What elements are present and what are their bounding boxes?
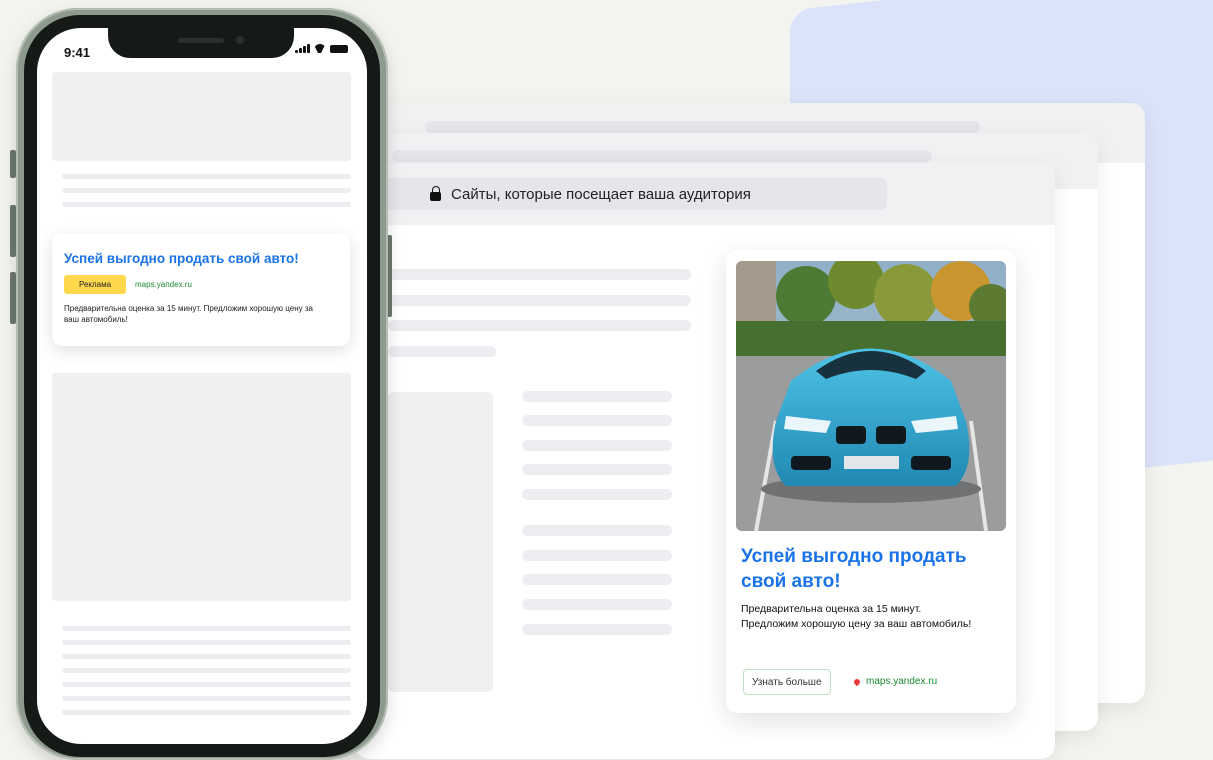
desktop-ad-description: Предварительна оценка за 15 минут. Предл… bbox=[741, 603, 972, 630]
desktop-ad-domain-link[interactable]: maps.yandex.ru bbox=[852, 676, 938, 687]
address-bar[interactable]: Сайты, которые посещает ваша аудитория bbox=[375, 178, 887, 210]
status-time: 9:41 bbox=[64, 45, 91, 60]
text-placeholder bbox=[522, 464, 672, 475]
wifi-icon bbox=[314, 44, 326, 53]
text-placeholder bbox=[522, 525, 672, 536]
tab-placeholder bbox=[425, 121, 980, 133]
learn-more-button[interactable]: Узнать больше bbox=[743, 669, 831, 695]
status-icons bbox=[295, 44, 348, 53]
text-placeholder bbox=[522, 440, 672, 451]
text-placeholder bbox=[522, 624, 672, 635]
phone-notch bbox=[108, 28, 294, 58]
text-placeholder bbox=[522, 415, 672, 426]
text-placeholder bbox=[522, 489, 672, 500]
text-placeholder bbox=[62, 710, 351, 715]
text-placeholder bbox=[388, 269, 691, 280]
car-photo bbox=[736, 261, 1006, 531]
mobile-ad-title[interactable]: Успей выгодно продать свой авто! bbox=[64, 251, 299, 266]
image-placeholder bbox=[388, 392, 493, 692]
text-placeholder bbox=[62, 188, 351, 193]
text-placeholder bbox=[62, 654, 351, 659]
desktop-ad-title[interactable]: Успей выгодно продать свой авто! bbox=[741, 544, 1006, 594]
battery-icon bbox=[329, 45, 348, 53]
signal-icon bbox=[295, 44, 310, 53]
text-placeholder bbox=[522, 391, 672, 402]
text-placeholder bbox=[62, 174, 351, 179]
text-placeholder bbox=[62, 202, 351, 207]
mobile-ad-domain[interactable]: maps.yandex.ru bbox=[135, 280, 192, 289]
front-camera bbox=[236, 36, 244, 44]
content-placeholder bbox=[52, 373, 351, 601]
address-text: Сайты, которые посещает ваша аудитория bbox=[451, 185, 751, 203]
text-placeholder bbox=[522, 599, 672, 610]
text-placeholder bbox=[62, 696, 351, 701]
content-placeholder bbox=[52, 72, 351, 161]
mobile-ad-description: Предварительна оценка за 15 минут. Предл… bbox=[64, 304, 313, 324]
speaker-grille bbox=[178, 38, 224, 43]
desktop-ad-domain: maps.yandex.ru bbox=[866, 676, 938, 687]
lock-icon bbox=[430, 185, 441, 201]
text-placeholder bbox=[388, 320, 691, 331]
text-placeholder bbox=[388, 346, 496, 357]
text-placeholder bbox=[62, 626, 351, 631]
ad-badge: Реклама bbox=[64, 275, 126, 294]
map-pin-icon bbox=[852, 677, 862, 686]
text-placeholder bbox=[62, 640, 351, 645]
text-placeholder bbox=[388, 295, 691, 306]
text-placeholder bbox=[522, 574, 672, 585]
tab-placeholder bbox=[392, 150, 932, 162]
text-placeholder bbox=[62, 668, 351, 673]
text-placeholder bbox=[62, 682, 351, 687]
text-placeholder bbox=[522, 550, 672, 561]
